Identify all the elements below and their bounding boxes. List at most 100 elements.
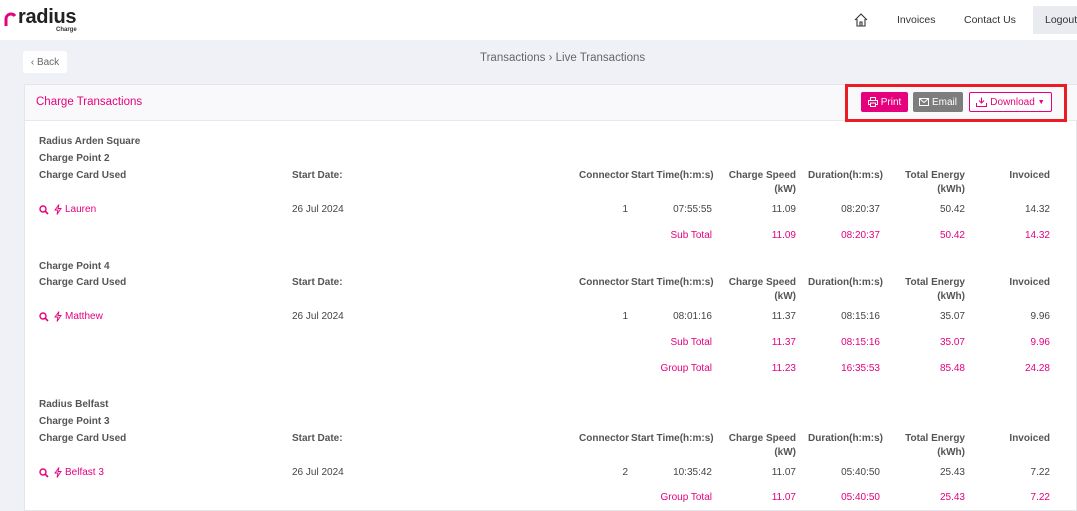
sub-total-label: Sub Total [670, 337, 712, 348]
group-total-invoiced: 7.22 [1030, 492, 1050, 503]
duration: 08:15:16 [841, 311, 880, 322]
charge-point-name: Charge Point 2 [39, 153, 110, 164]
card-user-link[interactable]: Matthew [65, 310, 103, 323]
header-connector: Connector [579, 170, 629, 181]
nav-invoices[interactable]: Invoices [897, 0, 936, 40]
group-total-duration: 05:40:50 [841, 492, 880, 503]
header-card: Charge Card Used [39, 170, 127, 181]
charge-speed: 11.09 [771, 204, 796, 215]
header-duration: Duration(h:m:s) [808, 277, 883, 288]
sub-total-invoiced: 14.32 [1024, 230, 1050, 241]
download-icon [976, 97, 988, 107]
total-energy: 25.43 [939, 467, 965, 478]
home-icon[interactable] [853, 12, 869, 28]
start-date: 26 Jul 2024 [292, 311, 344, 322]
lightning-icon [54, 311, 62, 322]
start-time: 08:01:16 [673, 311, 712, 322]
header-energy: Total Energy [905, 433, 965, 444]
duration: 08:20:37 [841, 204, 880, 215]
header-speed: Charge Speed [728, 277, 796, 288]
location-name: Radius Belfast [39, 399, 109, 410]
charge-point-name: Charge Point 3 [39, 416, 110, 427]
email-button[interactable]: Email [913, 92, 963, 112]
charge-point-name: Charge Point 4 [39, 261, 110, 272]
card-title: Charge Transactions [36, 96, 143, 108]
connector: 1 [622, 311, 628, 322]
location-name: Radius Arden Square [39, 136, 141, 147]
download-dropdown-button[interactable]: Download ▼ [969, 92, 1052, 112]
group-total-invoiced: 24.28 [1024, 363, 1050, 374]
charge-speed: 11.07 [771, 467, 796, 478]
header-invoiced: Invoiced [1009, 433, 1050, 444]
sub-total-energy: 35.07 [939, 337, 965, 348]
nav-logout[interactable]: Logout [1033, 6, 1077, 34]
header-speed: Charge Speed [728, 170, 796, 181]
caret-down-icon: ▼ [1037, 98, 1045, 106]
group-total-speed: 11.07 [771, 492, 796, 503]
print-button[interactable]: Print [861, 92, 908, 112]
invoiced: 9.96 [1030, 311, 1050, 322]
invoiced: 7.22 [1030, 467, 1050, 478]
envelope-icon [918, 98, 929, 106]
header-invoiced: Invoiced [1009, 277, 1050, 288]
header-speed-unit: (kW) [774, 184, 796, 195]
start-time: 07:55:55 [673, 204, 712, 215]
back-button[interactable]: ‹ Back [23, 51, 67, 73]
group-total-energy: 85.48 [939, 363, 965, 374]
back-label: Back [36, 56, 60, 68]
header-speed-unit: (kW) [774, 447, 796, 458]
radius-logo-icon [4, 12, 16, 26]
header-start-date: Start Date: [292, 170, 343, 181]
header-start-date: Start Date: [292, 433, 343, 444]
header-energy-unit: (kWh) [937, 447, 965, 458]
header-card: Charge Card Used [39, 277, 127, 288]
duration: 05:40:50 [841, 467, 880, 478]
start-date: 26 Jul 2024 [292, 204, 344, 215]
header-energy: Total Energy [905, 170, 965, 181]
print-label: Print [880, 96, 902, 108]
start-date: 26 Jul 2024 [292, 467, 344, 478]
connector: 2 [622, 467, 628, 478]
group-total-speed: 11.23 [771, 363, 796, 374]
email-label: Email [931, 96, 957, 108]
breadcrumb: Transactions › Live Transactions [480, 52, 646, 64]
sub-total-speed: 11.37 [771, 337, 796, 348]
header-speed-unit: (kW) [774, 291, 796, 302]
brand-sub: Charge [56, 27, 77, 33]
header-connector: Connector [579, 433, 629, 444]
top-navbar: radius Charge Invoices Contact Us Logout [0, 0, 1077, 40]
invoiced: 14.32 [1024, 204, 1050, 215]
sub-total-speed: 11.09 [771, 230, 796, 241]
sub-total-label: Sub Total [670, 230, 712, 241]
header-invoiced: Invoiced [1009, 170, 1050, 181]
header-duration: Duration(h:m:s) [808, 433, 883, 444]
total-energy: 50.42 [939, 204, 965, 215]
header-start-date: Start Date: [292, 277, 343, 288]
sub-total-invoiced: 9.96 [1030, 337, 1050, 348]
group-total-duration: 16:35:53 [841, 363, 880, 374]
group-total-label: Group Total [660, 492, 712, 503]
connector: 1 [622, 204, 628, 215]
header-duration: Duration(h:m:s) [808, 170, 883, 181]
start-time: 10:35:42 [673, 467, 712, 478]
header-start-time: Start Time(h:m:s) [631, 277, 714, 288]
search-icon[interactable] [39, 205, 49, 215]
lightning-icon [54, 467, 62, 478]
card-header: Charge Transactions Print Email Download… [25, 84, 1077, 122]
download-label: Download [990, 96, 1035, 108]
sub-total-duration: 08:15:16 [841, 337, 880, 348]
card-user-link[interactable]: Belfast 3 [65, 466, 104, 479]
nav-contact-us[interactable]: Contact Us [964, 0, 1016, 40]
search-icon[interactable] [39, 468, 49, 478]
group-total-energy: 25.43 [939, 492, 965, 503]
brand-name: radius [18, 6, 77, 28]
charge-speed: 11.37 [771, 311, 796, 322]
card-user-link[interactable]: Lauren [65, 203, 96, 216]
search-icon[interactable] [39, 312, 49, 322]
sub-total-duration: 08:20:37 [841, 230, 880, 241]
header-energy: Total Energy [905, 277, 965, 288]
lightning-icon [54, 204, 62, 215]
header-speed: Charge Speed [728, 433, 796, 444]
header-start-time: Start Time(h:m:s) [631, 170, 714, 181]
printer-icon [867, 97, 878, 107]
